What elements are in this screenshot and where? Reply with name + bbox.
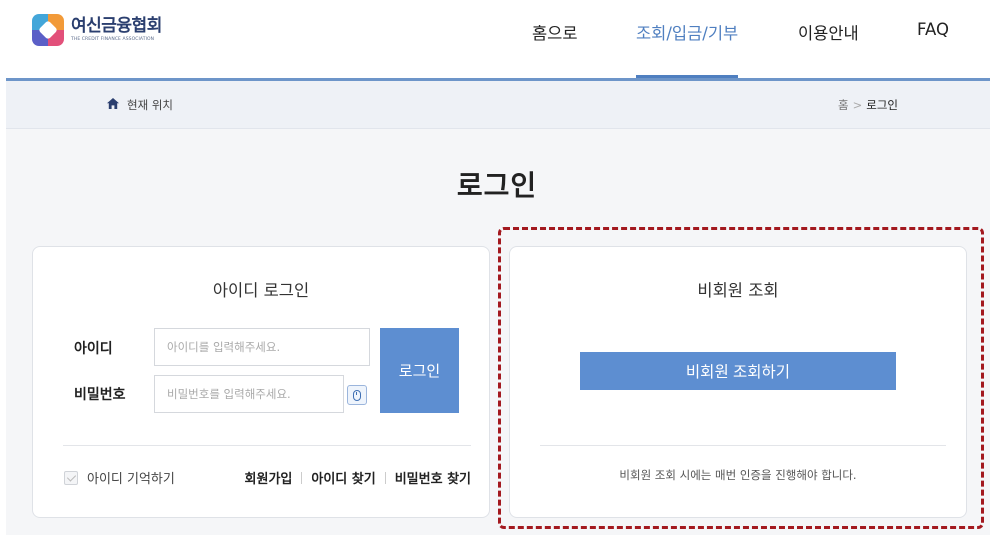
guest-inquiry-card: 비회원 조회 비회원 조회하기 비회원 조회 시에는 매번 인증을 진행해야 합… <box>509 246 967 518</box>
site-logo[interactable]: 여신금융협회 THE CREDIT FINANCE ASSOCIATION <box>32 14 162 46</box>
account-links: 회원가입 아이디 찾기 비밀번호 찾기 <box>245 468 471 487</box>
mouse-icon <box>353 389 361 401</box>
find-password-link[interactable]: 비밀번호 찾기 <box>395 468 471 487</box>
guest-divider <box>540 445 946 446</box>
logo-title: 여신금융협회 <box>71 16 162 36</box>
breadcrumb-home[interactable]: 홈 <box>838 98 849 112</box>
nav-inquiry-deposit-donation[interactable]: 조회/입금/기부 <box>636 20 738 44</box>
breadcrumb-path: 홈 > 로그인 <box>838 97 898 113</box>
breadcrumb-label: 현재 위치 <box>127 98 173 112</box>
nav-faq[interactable]: FAQ <box>917 20 949 39</box>
id-label: 아이디 <box>74 341 113 357</box>
logo-mark-icon <box>32 14 64 46</box>
virtual-keyboard-button[interactable] <box>347 385 367 405</box>
remember-id-checkbox[interactable] <box>64 470 78 485</box>
breadcrumb-current: 로그인 <box>866 98 898 112</box>
site-header: 여신금융협회 THE CREDIT FINANCE ASSOCIATION 홈으… <box>0 0 994 80</box>
remember-id[interactable]: 아이디 기억하기 <box>64 468 175 487</box>
link-separator <box>384 471 386 484</box>
breadcrumb-separator: > <box>852 98 863 112</box>
remember-id-label: 아이디 기억하기 <box>87 472 175 487</box>
login-button[interactable]: 로그인 <box>380 328 459 413</box>
id-input[interactable] <box>154 328 370 366</box>
page-title: 로그인 <box>456 169 538 202</box>
home-icon <box>107 98 119 109</box>
password-label: 비밀번호 <box>74 387 126 403</box>
link-separator <box>301 471 303 484</box>
guest-inquiry-title: 비회원 조회 <box>697 281 779 300</box>
id-login-card: 아이디 로그인 아이디 비밀번호 로그인 아이디 기억하기 회원가입 아이디 찾… <box>32 246 490 518</box>
logo-text: 여신금융협회 THE CREDIT FINANCE ASSOCIATION <box>71 17 162 43</box>
id-login-title: 아이디 로그인 <box>212 281 310 300</box>
password-input[interactable] <box>154 375 344 413</box>
signup-link[interactable]: 회원가입 <box>245 468 293 487</box>
logo-subtitle: THE CREDIT FINANCE ASSOCIATION <box>71 37 155 42</box>
find-id-link[interactable]: 아이디 찾기 <box>311 468 375 487</box>
breadcrumb: 현재 위치 홈 > 로그인 <box>6 81 990 129</box>
guest-notice: 비회원 조회 시에는 매번 인증을 진행해야 합니다. <box>619 468 857 482</box>
guest-inquiry-button[interactable]: 비회원 조회하기 <box>580 352 896 390</box>
nav-usage-guide[interactable]: 이용안내 <box>798 20 859 44</box>
login-divider <box>63 445 471 446</box>
nav-home[interactable]: 홈으로 <box>532 20 578 44</box>
